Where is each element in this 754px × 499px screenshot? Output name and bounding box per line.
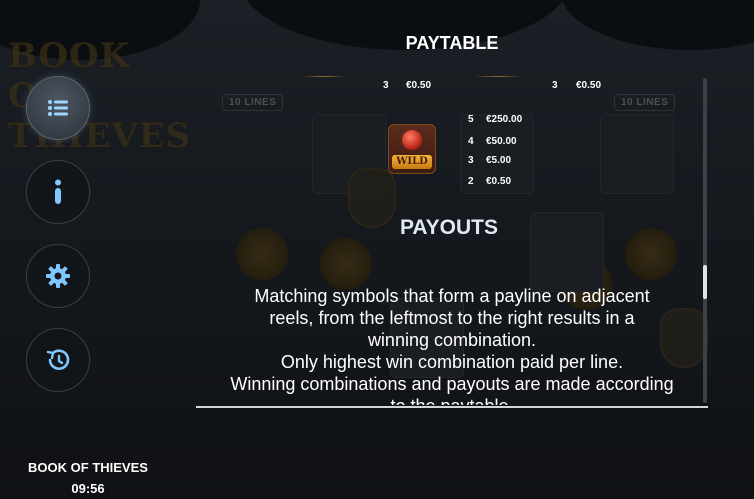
scrollbar-track[interactable] (703, 78, 707, 403)
info-icon (55, 179, 61, 204)
wild-pay-value: €0.50 (486, 176, 512, 187)
wild-pay-value: €250.00 (486, 114, 523, 125)
paytable-menu-button[interactable] (26, 76, 90, 140)
wild-pay-row: 2 €0.50 (468, 176, 538, 196)
wild-pay-row: 3 €5.00 (468, 155, 538, 175)
payouts-line: Only highest win combination paid per li… (280, 352, 624, 372)
content-divider (196, 406, 708, 408)
settings-menu-button[interactable] (26, 244, 90, 308)
wild-pay-row: 5 €250.00 (468, 114, 538, 134)
clock-label: 09:56 (71, 481, 105, 496)
game-backdrop: BOOK OF THIEVES 10 LINES 10 LINES (0, 0, 754, 499)
history-menu-button[interactable] (26, 328, 90, 392)
wild-symbol: WILD (388, 124, 436, 174)
payouts-line: Winning combinations and payouts are mad… (230, 374, 674, 394)
wild-gem-icon (402, 130, 422, 150)
wild-pay-row: 4 €50.00 (468, 136, 538, 156)
payouts-line: reels, from the leftmost to the right re… (269, 308, 635, 328)
payouts-line: to the paytable. (196, 395, 708, 405)
lines-badge-left: 10 LINES (222, 94, 284, 111)
separator-left (300, 76, 348, 77)
wild-pay-count: 2 (468, 176, 474, 187)
wild-pay-count: 5 (468, 114, 474, 125)
lines-badge-right: 10 LINES (614, 94, 676, 111)
payouts-line: Matching symbols that form a payline on … (254, 286, 650, 306)
game-name-label: BOOK OF THIEVES (28, 460, 148, 475)
top-pay-count-1: 3 (383, 80, 389, 91)
info-menu-button[interactable] (26, 160, 90, 224)
payouts-line: winning combination. (367, 330, 537, 350)
payouts-description: Matching symbols that form a payline on … (196, 285, 708, 405)
gear-icon (46, 264, 70, 288)
top-pay-value-2: €0.50 (576, 80, 602, 91)
history-icon (46, 349, 70, 370)
wild-pay-count: 3 (468, 155, 474, 166)
list-icon (48, 100, 68, 116)
separator-right (474, 76, 522, 77)
wild-pay-value: €50.00 (486, 136, 517, 147)
wild-label: WILD (392, 155, 432, 169)
wild-pay-count: 4 (468, 136, 474, 147)
payouts-title: PAYOUTS (399, 216, 499, 239)
paytable-title: PAYTABLE (405, 33, 499, 53)
top-pay-count-2: 3 (552, 80, 558, 91)
wild-pay-value: €5.00 (486, 155, 512, 166)
scrollbar-thumb[interactable] (703, 265, 707, 299)
top-pay-value-1: €0.50 (406, 80, 432, 91)
